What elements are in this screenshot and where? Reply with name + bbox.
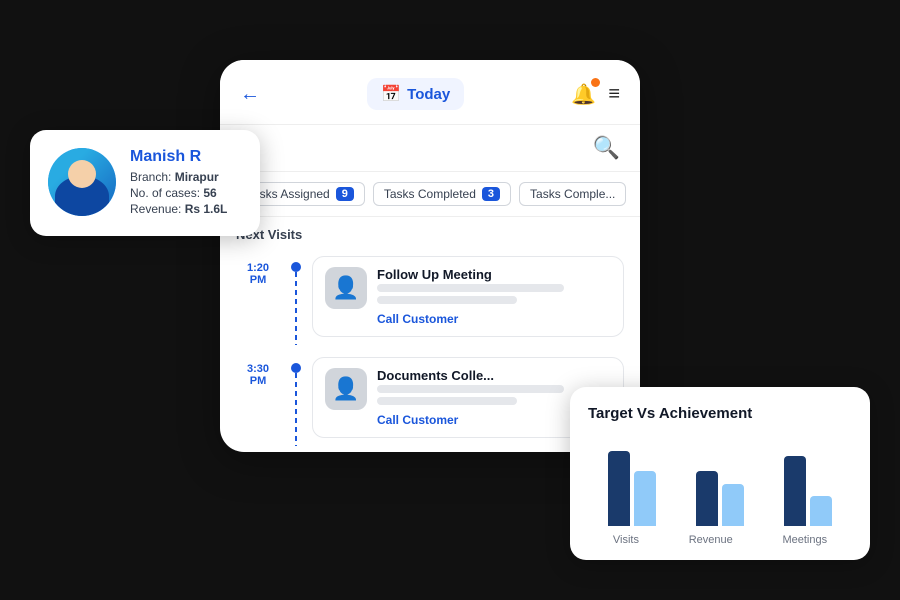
visits-header-label: Next Visits: [220, 227, 640, 250]
chart-labels: Visits Revenue Meetings: [588, 534, 852, 546]
profile-info: Manish R Branch: Mirapur No. of cases: 5…: [130, 148, 242, 218]
menu-button[interactable]: ≡: [608, 83, 620, 106]
back-button[interactable]: ←: [240, 83, 260, 106]
task-assigned-count: 9: [336, 187, 354, 201]
task-badges-row: Tasks Assigned 9 Tasks Completed 3 Tasks…: [220, 172, 640, 217]
profile-avatar-image: [48, 148, 116, 216]
calendar-icon: 📅: [381, 84, 401, 104]
header-left: ←: [240, 83, 260, 106]
timeline-1: [290, 256, 302, 345]
timeline-2: [290, 357, 302, 446]
bar-visits-light: [634, 471, 656, 526]
chart-label-meetings: Meetings: [782, 534, 827, 546]
profile-branch-value: Mirapur: [175, 170, 219, 184]
bar-revenue-light: [722, 484, 744, 526]
timeline-dot-1: [291, 262, 301, 272]
task-badge-third[interactable]: Tasks Comple...: [519, 182, 626, 206]
chart-title: Target Vs Achievement: [588, 405, 852, 422]
today-label: Today: [407, 86, 450, 103]
profile-revenue: Revenue: Rs 1.6L: [130, 202, 242, 216]
visit-address-bar-3: [377, 385, 564, 393]
bell-icon: 🔔: [571, 84, 596, 106]
profile-revenue-value: Rs 1.6L: [185, 202, 228, 216]
visit-address-bar-1: [377, 284, 564, 292]
task-completed-label: Tasks Completed: [384, 187, 476, 201]
visit-info-1: Follow Up Meeting Call Customer: [377, 267, 611, 326]
visit-time-1: 1:20PM: [236, 256, 280, 345]
visit-title-1: Follow Up Meeting: [377, 267, 611, 282]
visit-address-bar-2: [377, 296, 517, 304]
profile-cases-value: 56: [203, 186, 216, 200]
bar-meetings-light: [810, 496, 832, 526]
profile-card: Manish R Branch: Mirapur No. of cases: 5…: [30, 130, 260, 236]
chart-group-revenue: [696, 471, 744, 526]
search-row: 🔍: [220, 125, 640, 172]
chart-group-meetings: [784, 456, 832, 526]
profile-avatar: [48, 148, 116, 216]
person-icon-2: 👤: [332, 376, 359, 402]
person-icon-1: 👤: [332, 275, 359, 301]
timeline-line-2: [295, 373, 297, 446]
task-completed-count: 3: [482, 187, 500, 201]
header-right: 🔔 ≡: [571, 82, 620, 107]
main-header: ← 📅 Today 🔔 ≡: [220, 60, 640, 125]
visit-card-1[interactable]: 👤 Follow Up Meeting Call Customer: [312, 256, 624, 337]
profile-name: Manish R: [130, 148, 242, 166]
search-button[interactable]: 🔍: [593, 135, 620, 161]
notification-badge: [591, 78, 600, 87]
chart-label-visits: Visits: [613, 534, 639, 546]
task-badge-completed[interactable]: Tasks Completed 3: [373, 182, 511, 206]
chart-group-visits: [608, 451, 656, 526]
visit-avatar-2: 👤: [325, 368, 367, 410]
profile-cases: No. of cases: 56: [130, 186, 242, 200]
task-third-label: Tasks Comple...: [530, 187, 615, 201]
profile-branch: Branch: Mirapur: [130, 170, 242, 184]
bar-revenue-dark: [696, 471, 718, 526]
chart-label-revenue: Revenue: [689, 534, 733, 546]
notification-button[interactable]: 🔔: [571, 82, 596, 107]
visit-call-1[interactable]: Call Customer: [377, 312, 611, 326]
visit-avatar-1: 👤: [325, 267, 367, 309]
visit-time-2: 3:30PM: [236, 357, 280, 446]
chart-area: [588, 436, 852, 526]
timeline-line-1: [295, 272, 297, 345]
header-center: 📅 Today: [367, 78, 464, 110]
bar-meetings-dark: [784, 456, 806, 526]
bar-visits-dark: [608, 451, 630, 526]
visit-address-bar-4: [377, 397, 517, 405]
visit-row-1: 1:20PM 👤 Follow Up Meeting Call Customer: [220, 250, 640, 351]
chart-card: Target Vs Achievement Visits Revenue Mee…: [570, 387, 870, 560]
timeline-dot-2: [291, 363, 301, 373]
visit-title-2: Documents Colle...: [377, 368, 611, 383]
